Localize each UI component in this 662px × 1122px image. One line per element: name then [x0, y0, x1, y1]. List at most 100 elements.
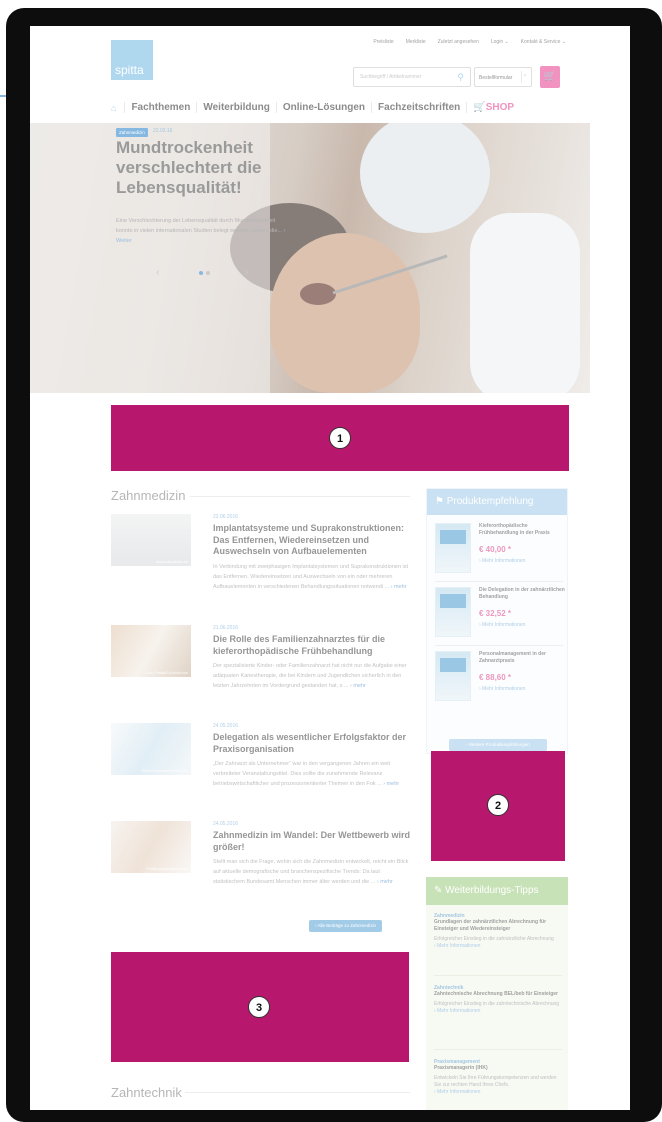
- top-link-merkliste[interactable]: Merkliste: [406, 39, 426, 45]
- ad-slot-number: 1: [329, 427, 351, 449]
- article-more-link[interactable]: › mehr: [383, 781, 399, 787]
- website-screen: spitta Preisliste Merkliste Zuletzt ange…: [30, 26, 630, 1110]
- cart-icon: 🛒: [543, 71, 557, 82]
- training-box-title: Weiterbildungs-Tipps: [445, 885, 539, 896]
- thumbnail-caption: Foto: Fotolia/S.Kobold.com: [145, 671, 188, 675]
- article-item[interactable]: Fotolia.com/grafikeule.com 24.05.2016 Za…: [111, 821, 411, 909]
- product-more-link[interactable]: › Mehr Informationen: [479, 558, 525, 564]
- training-item[interactable]: Zahntechnik Zahntechnische Abrechnung BE…: [434, 985, 562, 1015]
- graduation-cap-icon: ✎: [434, 885, 443, 896]
- product-title[interactable]: Kieferorthopädische Frühbehandlung in de…: [479, 523, 565, 537]
- top-link-login[interactable]: Login ⌄: [491, 39, 509, 45]
- article-teaser-text: Der spezialisierte Kinder- oder Familien…: [213, 663, 407, 689]
- product-price: € 32,52 *: [479, 609, 512, 618]
- article-item[interactable]: Foto: Fotolia/S.Kobold.com 21.06.2016 Di…: [111, 625, 411, 713]
- article-title[interactable]: Zahnmedizin im Wandel: Der Wettbewerb wi…: [213, 830, 411, 853]
- product-item[interactable]: Die Delegation in der zahnärztlichen Beh…: [435, 587, 565, 645]
- article-teaser: Stellt man sich die Frage, wohin sich di…: [213, 857, 411, 887]
- main-nav: ⌂ Fachthemen Weiterbildung Online-Lösung…: [111, 102, 514, 113]
- nav-item-online-loesungen[interactable]: Online-Lösungen: [283, 102, 365, 113]
- ad-slot-number: 2: [487, 794, 509, 816]
- training-item[interactable]: Zahnmedizin Grundlagen der zahnärztliche…: [434, 913, 562, 950]
- article-title[interactable]: Implantatsysteme und Suprakonstruktionen…: [213, 523, 411, 558]
- article-item[interactable]: Implantatsysteme.de 22.06.2016 Implantat…: [111, 514, 411, 602]
- training-text: Erfolgreicher Einstieg in die zahntechni…: [434, 1001, 560, 1007]
- article-more-link[interactable]: › mehr: [377, 879, 393, 885]
- article-title[interactable]: Delegation als wesentlicher Erfolgsfakto…: [213, 732, 411, 755]
- hero-title[interactable]: Mundtrockenheit verschlechtert die Leben…: [116, 138, 296, 198]
- article-thumbnail[interactable]: Implantatsysteme.de: [111, 514, 191, 566]
- article-item[interactable]: Robert Kneschke/Fotolia.com 24.05.2016 D…: [111, 723, 411, 811]
- product-price: € 40,00 *: [479, 545, 512, 554]
- order-form-select[interactable]: Bestellformular ›: [474, 67, 532, 87]
- article-teaser-text: In Verbindung mit zweiphasigen Implantat…: [213, 564, 409, 590]
- hero-date: 22.03.16: [153, 128, 173, 134]
- slider-prev-icon[interactable]: ‹: [156, 267, 159, 278]
- section-heading-zahnmedizin: Zahnmedizin: [111, 488, 186, 503]
- training-box-header: ✎ Weiterbildungs-Tipps: [426, 877, 568, 905]
- product-title[interactable]: Personalmanagement in der Zahnarztpraxis: [479, 651, 565, 665]
- article-title[interactable]: Die Rolle des Familienzahnarztes für die…: [213, 634, 411, 657]
- top-link-kontakt[interactable]: Kontakt & Service ⌄: [521, 39, 566, 45]
- cart-button[interactable]: 🛒: [540, 66, 560, 88]
- product-item[interactable]: Personalmanagement in der Zahnarztpraxis…: [435, 651, 565, 709]
- logo[interactable]: spitta: [111, 40, 153, 80]
- thumbnail-caption: Fotolia.com/grafikeule.com: [146, 867, 188, 871]
- article-teaser: „Der Zahnarzt als Unternehmer“ war in de…: [213, 759, 411, 789]
- nav-item-fachzeitschriften[interactable]: Fachzeitschriften: [378, 102, 460, 113]
- search-icon[interactable]: ⚲: [457, 72, 464, 83]
- slider-dot[interactable]: [199, 271, 203, 275]
- training-text: Erfolgreicher Einstieg in die zahnärztli…: [434, 936, 554, 942]
- hero-slider[interactable]: [30, 123, 590, 393]
- order-form-arrow-icon[interactable]: ›: [521, 71, 529, 83]
- article-more-link[interactable]: › mehr: [350, 683, 366, 689]
- article-teaser-text: „Der Zahnarzt als Unternehmer“ war in de…: [213, 761, 391, 787]
- thumbnail-caption: Implantatsysteme.de: [155, 560, 188, 564]
- flag-icon: ⚑: [435, 496, 444, 507]
- article-date: 24.05.2016: [213, 821, 239, 827]
- thumbnail-caption: Robert Kneschke/Fotolia.com: [142, 769, 188, 773]
- article-thumbnail[interactable]: Foto: Fotolia/S.Kobold.com: [111, 625, 191, 677]
- top-link-preisliste[interactable]: Preisliste: [373, 39, 393, 45]
- article-more-link[interactable]: › mehr: [391, 584, 407, 590]
- shop-cart-icon: 🛒: [473, 102, 486, 113]
- order-form-label: Bestellformular: [479, 75, 513, 81]
- section-heading-zahntechnik: Zahntechnik: [111, 1085, 182, 1100]
- article-thumbnail[interactable]: Robert Kneschke/Fotolia.com: [111, 723, 191, 775]
- product-title[interactable]: Die Delegation in der zahnärztlichen Beh…: [479, 587, 565, 601]
- hero-category-badge[interactable]: Zahnmedizin: [116, 128, 148, 137]
- product-more-link[interactable]: › Mehr Informationen: [479, 686, 525, 692]
- training-title[interactable]: Grundlagen der zahnärztlichen Abrechnung…: [434, 919, 562, 933]
- training-item[interactable]: Praxismanagement Praxismanagerin (IHK) E…: [434, 1059, 562, 1096]
- product-cover[interactable]: [435, 651, 471, 701]
- article-teaser: In Verbindung mit zweiphasigen Implantat…: [213, 562, 411, 592]
- more-products-button[interactable]: › Weitere Produktempfehlungen: [449, 739, 547, 751]
- training-more-link[interactable]: › Mehr Informationen: [434, 1089, 562, 1096]
- training-title[interactable]: Zahntechnische Abrechnung BEL/beb für Ei…: [434, 991, 562, 998]
- home-icon[interactable]: ⌂: [111, 103, 116, 113]
- all-articles-button[interactable]: › Alle Beiträge zu Zahnmedizin: [309, 920, 383, 932]
- training-tips-box: ✎ Weiterbildungs-Tipps Zahnmedizin Grund…: [426, 877, 568, 1110]
- product-item[interactable]: Kieferorthopädische Frühbehandlung in de…: [435, 523, 565, 581]
- product-cover[interactable]: [435, 587, 471, 637]
- product-more-link[interactable]: › Mehr Informationen: [479, 622, 525, 628]
- search-input[interactable]: Suchbegriff / Artikelnummer ⚲: [353, 67, 471, 87]
- article-date: 21.06.2016: [213, 625, 239, 631]
- product-price: € 88,60 *: [479, 673, 512, 682]
- slider-dot[interactable]: [206, 271, 210, 275]
- slider-next-icon[interactable]: ›: [245, 267, 248, 278]
- nav-item-weiterbildung[interactable]: Weiterbildung: [203, 102, 269, 113]
- nav-item-fachthemen[interactable]: Fachthemen: [131, 102, 190, 113]
- top-links: Preisliste Merkliste Zuletzt angesehen L…: [373, 39, 566, 45]
- article-thumbnail[interactable]: Fotolia.com/grafikeule.com: [111, 821, 191, 873]
- nav-item-shop[interactable]: 🛒SHOP: [473, 102, 514, 113]
- training-more-link[interactable]: › Mehr Informationen: [434, 1008, 562, 1015]
- article-date: 22.06.2016: [213, 514, 239, 520]
- training-more-link[interactable]: › Mehr Informationen: [434, 943, 562, 950]
- slider-dots: [199, 271, 210, 275]
- top-link-zuletzt[interactable]: Zuletzt angesehen: [438, 39, 479, 45]
- product-recommendation-box: ⚑ Produktempfehlung Kieferorthopädische …: [426, 488, 568, 754]
- training-title[interactable]: Praxismanagerin (IHK): [434, 1065, 562, 1072]
- product-cover[interactable]: [435, 523, 471, 573]
- page: spitta Preisliste Merkliste Zuletzt ange…: [0, 0, 662, 1122]
